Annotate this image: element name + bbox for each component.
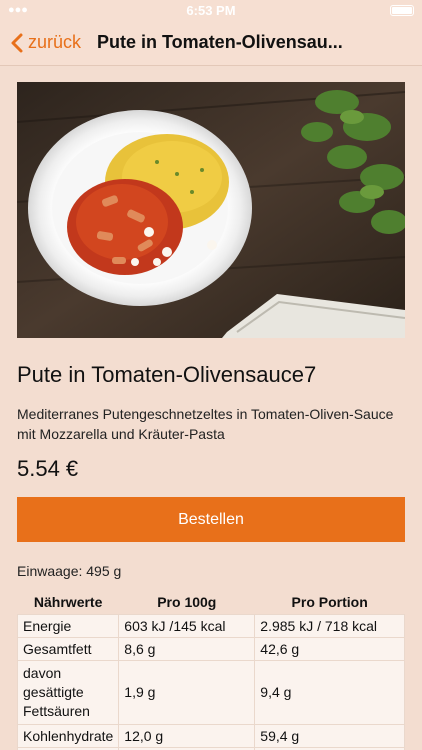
product-image	[17, 82, 405, 338]
header-per-portion: Pro Portion	[291, 593, 368, 610]
nutrient-per-100g: 12,0 g	[118, 723, 256, 748]
header-per-100g: Pro 100g	[157, 593, 217, 610]
status-time: 6:53 PM	[186, 2, 236, 18]
header-nutrient: Nährwerte	[33, 593, 103, 610]
product-detail: Pute in Tomaten-Olivensauce7 Mediterrane…	[0, 66, 422, 750]
battery-icon	[390, 4, 414, 16]
nutrient-per-100g: 8,6 g	[118, 636, 256, 661]
nutrition-header-row: Nährwerte Pro 100g Pro Portion	[18, 590, 405, 614]
order-button[interactable]: Bestellen	[17, 497, 405, 542]
product-weight: Einwaage: 495 g	[17, 563, 122, 579]
product-price: 5.54 €	[17, 456, 79, 481]
table-row: davon gesättigte Fettsäuren 1,9 g 9,4 g	[16, 659, 405, 725]
chevron-left-icon	[11, 33, 23, 52]
nutrient-name: Kohlenhydrate	[16, 723, 120, 748]
nutrition-table: Nährwerte Pro 100g Pro Portion Energie 6…	[16, 590, 405, 750]
nutrient-name: Energie	[16, 613, 120, 638]
product-title: Pute in Tomaten-Olivensauce7	[17, 362, 317, 387]
nutrient-name: Gesamtfett	[16, 636, 120, 661]
nutrient-per-portion: 2.985 kJ / 718 kcal	[254, 613, 405, 638]
nutrient-per-100g: 1,9 g	[118, 659, 256, 725]
table-row: Energie 603 kJ /145 kcal 2.985 kJ / 718 …	[16, 613, 405, 638]
nutrient-per-portion: 9,4 g	[254, 659, 405, 725]
nav-title: Pute in Tomaten-Olivensau...	[97, 32, 343, 52]
product-description: Mediterranes Putengeschnetzeltes in Toma…	[17, 406, 394, 442]
status-bar: ●●● 6:53 PM	[0, 0, 422, 20]
nutrient-per-portion: 42,6 g	[254, 636, 405, 661]
table-row: Kohlenhydrate 12,0 g 59,4 g	[16, 723, 405, 748]
back-button[interactable]: zurück	[0, 20, 81, 65]
nutrient-per-100g: 603 kJ /145 kcal	[118, 613, 256, 638]
nutrient-per-portion: 59,4 g	[254, 723, 405, 748]
back-label: zurück	[28, 32, 82, 52]
food-photo-icon	[17, 82, 405, 338]
navigation-bar: zurück Pute in Tomaten-Olivensau...	[0, 20, 422, 66]
nutrient-name: davon gesättigte Fettsäuren	[16, 659, 120, 725]
table-row: Gesamtfett 8,6 g 42,6 g	[16, 636, 405, 661]
